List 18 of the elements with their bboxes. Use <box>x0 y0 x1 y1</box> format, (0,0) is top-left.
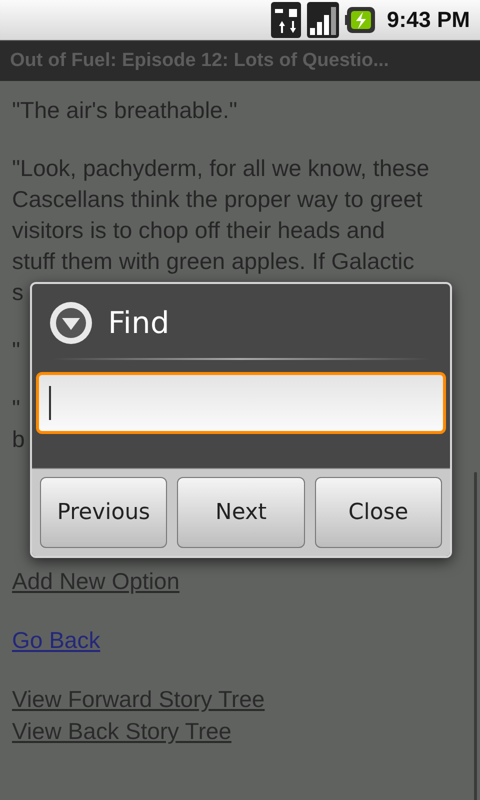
find-input-field[interactable] <box>36 372 446 434</box>
story-paragraph: "The air's breathable." <box>12 96 238 125</box>
story-link[interactable]: Go Back <box>12 624 100 656</box>
clock-time: 9:43 PM <box>386 7 470 33</box>
story-paragraph: " b <box>12 394 25 454</box>
signal-icon <box>306 2 339 38</box>
story-link[interactable]: Add New Option <box>12 565 180 597</box>
story-link[interactable]: View Forward Story Tree <box>12 683 265 715</box>
dialog-button[interactable]: Close <box>314 477 442 548</box>
story-paragraph: " <box>12 336 20 365</box>
story-paragraph: "Look, pachyderm, for all we know, these Cascellans think the proper way to greet visitors is to chop off their heads and stuff them with green apples. If Galactic s <box>12 154 430 307</box>
dropdown-circle-icon <box>48 300 94 346</box>
dialog-button[interactable]: Previous <box>40 477 168 548</box>
dialog-title: Find <box>108 306 170 340</box>
3g-data-icon <box>270 2 301 38</box>
story-link[interactable]: View Back Story Tree <box>12 715 232 747</box>
battery-charging-icon <box>344 7 375 33</box>
dialog-button[interactable]: Next <box>177 477 305 548</box>
